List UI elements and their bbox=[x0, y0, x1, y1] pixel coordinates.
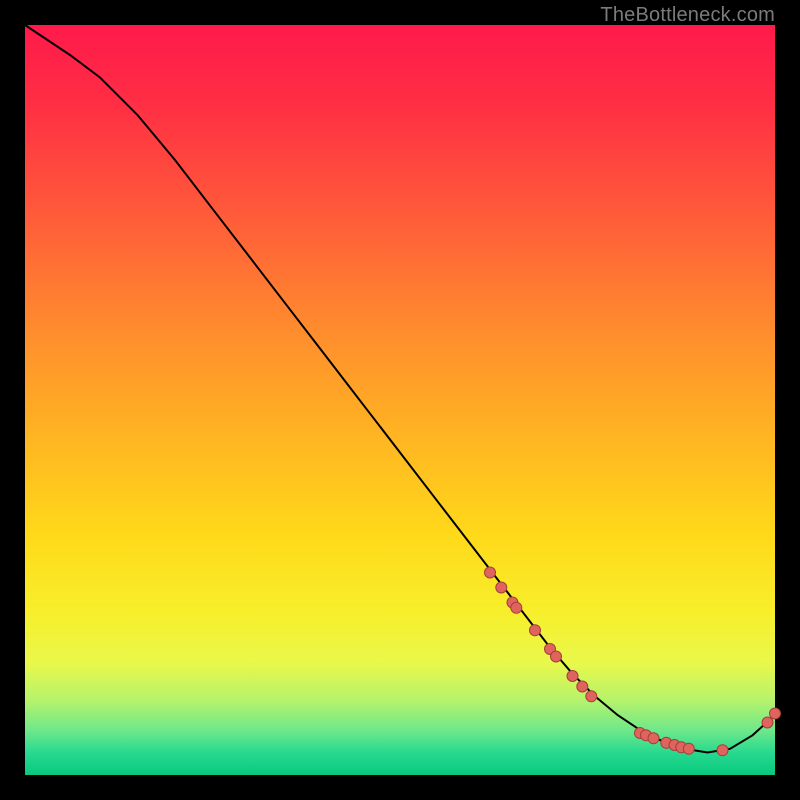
data-point bbox=[717, 745, 728, 756]
data-point bbox=[551, 651, 562, 662]
highlighted-points-group bbox=[485, 567, 781, 756]
data-point bbox=[770, 708, 781, 719]
data-point bbox=[648, 733, 659, 744]
bottleneck-curve bbox=[25, 25, 775, 753]
data-point bbox=[577, 681, 588, 692]
data-point bbox=[586, 691, 597, 702]
chart-stage: TheBottleneck.com bbox=[0, 0, 800, 800]
watermark-text: TheBottleneck.com bbox=[600, 4, 775, 27]
data-point bbox=[496, 582, 507, 593]
chart-overlay-svg bbox=[25, 25, 775, 775]
data-point bbox=[530, 625, 541, 636]
data-point bbox=[511, 602, 522, 613]
data-point bbox=[485, 567, 496, 578]
data-point bbox=[567, 671, 578, 682]
data-point bbox=[683, 743, 694, 754]
data-point bbox=[762, 717, 773, 728]
